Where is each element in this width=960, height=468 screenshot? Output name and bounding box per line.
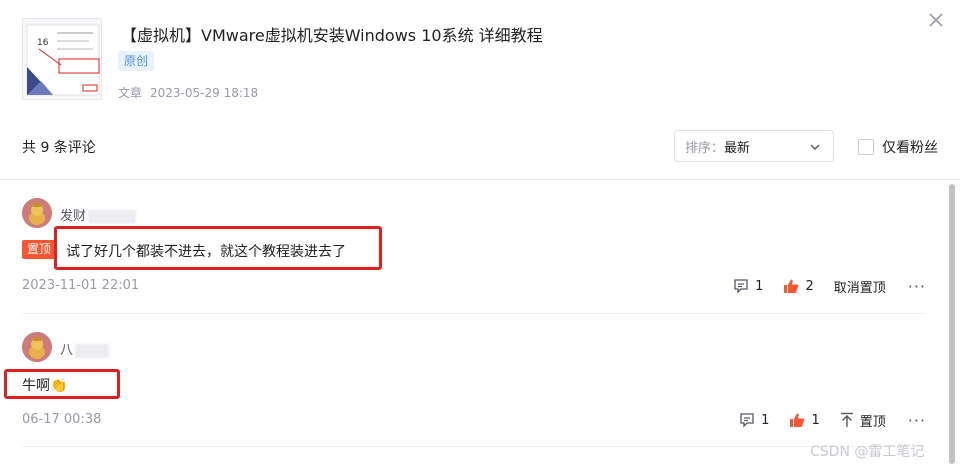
blurred-username: [88, 209, 137, 224]
watermark: CSDN @雷工笔记: [810, 444, 925, 460]
comment-username[interactable]: 八: [60, 339, 110, 358]
avatar[interactable]: [22, 198, 52, 228]
close-icon: [929, 13, 943, 27]
fans-only-checkbox[interactable]: [858, 139, 874, 155]
article-header: 16 【虚拟机】VMware虚拟机安装Windows 10系统 详细教程 原创 …: [0, 0, 960, 120]
sort-select[interactable]: 排序： 最新: [674, 130, 834, 162]
thumbs-up-icon: [784, 279, 799, 293]
chevron-down-icon: [810, 144, 820, 150]
like-button[interactable]: 1: [789, 412, 820, 428]
svg-text:16: 16: [37, 38, 49, 48]
pin-button[interactable]: 置顶: [840, 411, 886, 430]
divider: [22, 313, 926, 314]
comment-username[interactable]: 发财: [60, 205, 137, 224]
article-title[interactable]: 【虚拟机】VMware虚拟机安装Windows 10系统 详细教程: [121, 22, 543, 46]
article-date: 2023-05-29 18:18: [150, 86, 259, 100]
reply-count: 1: [755, 278, 764, 294]
clap-emoji: 👏: [50, 378, 68, 394]
reply-button[interactable]: 1: [739, 412, 769, 428]
sort-label: 排序：: [685, 140, 725, 156]
comment-actions: 1 2 取消置顶 ···: [713, 276, 926, 296]
scrollbar[interactable]: [949, 184, 955, 464]
divider: [0, 179, 960, 180]
fans-only-toggle[interactable]: 仅看粉丝: [858, 137, 938, 157]
article-thumbnail[interactable]: 16: [22, 18, 102, 100]
divider: [22, 446, 926, 447]
original-badge: 原创: [118, 51, 155, 71]
comment-icon: [734, 279, 748, 294]
like-button[interactable]: 2: [783, 278, 814, 294]
comment-item: 八 牛啊👏 06-17 00:38 1 1 置顶 ···: [4, 332, 926, 446]
avatar[interactable]: [22, 332, 52, 362]
comment-actions: 1 1 置顶 ···: [719, 410, 926, 430]
reply-count: 1: [761, 412, 770, 428]
close-button[interactable]: [926, 10, 946, 30]
more-options-button[interactable]: ···: [908, 411, 926, 430]
pinned-badge: 置顶: [22, 240, 57, 259]
comment-item: 发财 置顶 试了好几个都装不进去，就这个教程装进去了 2023-11-01 22…: [22, 198, 926, 314]
pin-top-icon: [840, 412, 853, 427]
comment-time: 2023-11-01 22:01: [22, 278, 140, 293]
comment-icon: [740, 413, 754, 428]
unpin-button[interactable]: 取消置顶: [834, 277, 886, 296]
like-count: 1: [811, 412, 820, 428]
comments-toolbar: 共 9 条评论 排序： 最新 仅看粉丝: [0, 128, 960, 164]
fans-only-label: 仅看粉丝: [882, 140, 938, 156]
comment-time: 06-17 00:38: [22, 412, 102, 427]
article-type: 文章: [118, 86, 143, 100]
thumbs-up-icon: [790, 413, 805, 427]
comment-text: 牛啊👏: [22, 378, 68, 394]
sort-value: 最新: [724, 140, 751, 156]
article-meta: 文章 2023-05-29 18:18: [118, 84, 258, 101]
comment-text: 试了好几个都装不进去，就这个教程装进去了: [66, 244, 346, 260]
comment-total: 共 9 条评论: [22, 140, 96, 156]
blurred-username: [75, 343, 110, 358]
reply-button[interactable]: 1: [733, 278, 763, 294]
more-options-button[interactable]: ···: [908, 277, 926, 296]
like-count: 2: [805, 278, 814, 294]
